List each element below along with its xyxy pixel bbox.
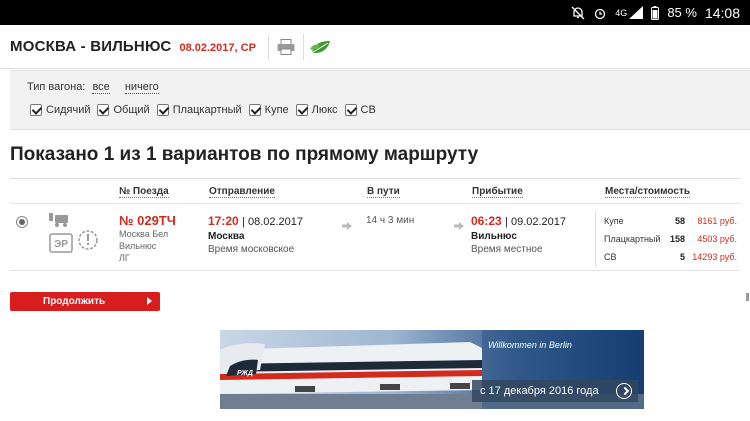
column-arrival[interactable]: Прибытие — [472, 186, 523, 198]
printer-icon[interactable] — [271, 32, 301, 62]
checkbox-sv-label: СВ — [360, 104, 376, 116]
column-train-number[interactable]: № Поезда — [119, 186, 169, 198]
continue-button[interactable]: Продолжить — [10, 292, 160, 311]
column-travel-time[interactable]: В пути — [367, 186, 400, 198]
seat-price-sv[interactable]: 14293 руб. — [677, 252, 737, 262]
leaf-icon[interactable] — [306, 32, 336, 62]
battery-icon — [651, 5, 660, 20]
departure-city: Москва — [208, 231, 245, 242]
route-header: МОСКВА - ВИЛЬНЮС 08.02.2017, СР — [0, 25, 750, 69]
car-type-checkboxes: Сидячий Общий Плацкартный Купе Люкс СВ — [30, 104, 383, 116]
chevron-right-icon — [147, 297, 152, 305]
arrow-right-icon — [342, 217, 352, 235]
checkbox-seated-box[interactable] — [30, 104, 42, 116]
checkbox-platzkart-box[interactable] — [156, 104, 169, 116]
results-title: Показано 1 из 1 вариантов по прямому мар… — [10, 144, 479, 165]
checkbox-common-box[interactable] — [97, 104, 110, 116]
car-type-label-row: Тип вагона: все ничего — [27, 81, 159, 94]
alarm-icon — [593, 6, 607, 20]
seat-price-kupe[interactable]: 8161 руб. — [677, 216, 737, 226]
er-badge: ЭР — [54, 239, 68, 250]
checkbox-sv-box[interactable] — [344, 104, 357, 116]
checkbox-kupe[interactable]: Купе — [248, 104, 289, 116]
departure-timezone: Время московское — [208, 244, 295, 255]
seats-divider — [595, 211, 596, 267]
banner-date-box[interactable]: с 17 декабря 2016 года — [472, 380, 638, 402]
seat-type-kupe: Купе — [604, 216, 624, 226]
rzd-logo: РЖД — [237, 370, 253, 377]
continue-button-label: Продолжить — [43, 296, 106, 307]
scroll-indicator — [746, 293, 749, 301]
promo-banner[interactable]: РЖД Willkommen in Berlin с 17 декабря 20… — [220, 330, 644, 409]
table-row[interactable]: ЭР № 029ТЧ Москва Бел Вильнюс ЛГ 17:20 |… — [10, 205, 740, 271]
status-bar: 4G 85 % 14:08 — [0, 0, 750, 25]
arrival-timezone: Время местное — [471, 244, 543, 255]
arrival-time: 06:23 — [471, 214, 502, 228]
checkbox-seated-label: Сидячий — [46, 104, 91, 116]
car-type-label: Тип вагона: — [27, 81, 86, 93]
departure-time-block: 17:20 | 08.02.2017 — [208, 214, 303, 228]
arrow-circle-right-icon[interactable] — [616, 383, 632, 399]
arrival-city: Вильнюс — [471, 231, 517, 242]
banner-caption: Willkommen in Berlin — [488, 340, 572, 350]
train-route-from: Москва Бел — [119, 229, 169, 239]
checkbox-platzkart-label: Плацкартный — [172, 104, 242, 116]
column-departure[interactable]: Отправление — [209, 186, 275, 198]
select-all-link[interactable]: все — [92, 81, 110, 94]
checkbox-lux-box[interactable] — [295, 104, 308, 116]
checkbox-kupe-box[interactable] — [248, 104, 261, 116]
checkbox-platzkart[interactable]: Плацкартный — [156, 104, 242, 116]
signal-icon — [629, 6, 644, 19]
select-none-link[interactable]: ничего — [124, 81, 159, 94]
clock: 14:08 — [704, 4, 740, 21]
banner-date-text: с 17 декабря 2016 года — [480, 385, 599, 397]
seat-price-platzkart[interactable]: 4503 руб. — [677, 234, 737, 244]
route-date: 08.02.2017, СР — [179, 41, 256, 54]
checkbox-seated[interactable]: Сидячий — [30, 104, 90, 116]
car-type-filter: Тип вагона: все ничего Сидячий Общий Пла… — [10, 70, 750, 130]
results-table-header: № Поезда Отправление В пути Прибытие Мес… — [10, 178, 740, 204]
battery-level: 85 % — [667, 5, 697, 20]
departure-time: 17:20 — [208, 214, 239, 228]
header-divider — [267, 33, 269, 60]
train-info-icon: ЭР — [48, 212, 100, 261]
route-title: МОСКВА - ВИЛЬНЮС — [10, 38, 172, 55]
column-seats-price[interactable]: Места/стоимость — [605, 186, 690, 198]
checkbox-kupe-label: Купе — [264, 104, 289, 116]
arrival-date: | 09.02.2017 — [505, 216, 567, 228]
checkbox-common[interactable]: Общий — [97, 104, 150, 116]
seat-type-platzkart: Плацкартный — [604, 234, 661, 244]
train-number[interactable]: № 029ТЧ — [119, 213, 176, 228]
train-route-code: ЛГ — [119, 253, 130, 263]
header-divider — [302, 33, 304, 60]
seat-type-sv: СВ — [604, 252, 617, 262]
mute-icon — [571, 6, 585, 20]
train-select-radio[interactable] — [16, 216, 28, 228]
departure-date: | 08.02.2017 — [242, 216, 304, 228]
checkbox-lux-label: Люкс — [311, 104, 338, 116]
network-label: 4G — [615, 7, 628, 18]
train-route-to: Вильнюс — [119, 241, 157, 251]
checkbox-sv[interactable]: СВ — [344, 104, 376, 116]
arrow-right-icon — [454, 217, 464, 235]
checkbox-lux[interactable]: Люкс — [295, 104, 338, 116]
arrival-time-block: 06:23 | 09.02.2017 — [471, 214, 566, 228]
checkbox-common-label: Общий — [113, 104, 150, 116]
travel-duration: 14 ч 3 мин — [366, 215, 415, 226]
